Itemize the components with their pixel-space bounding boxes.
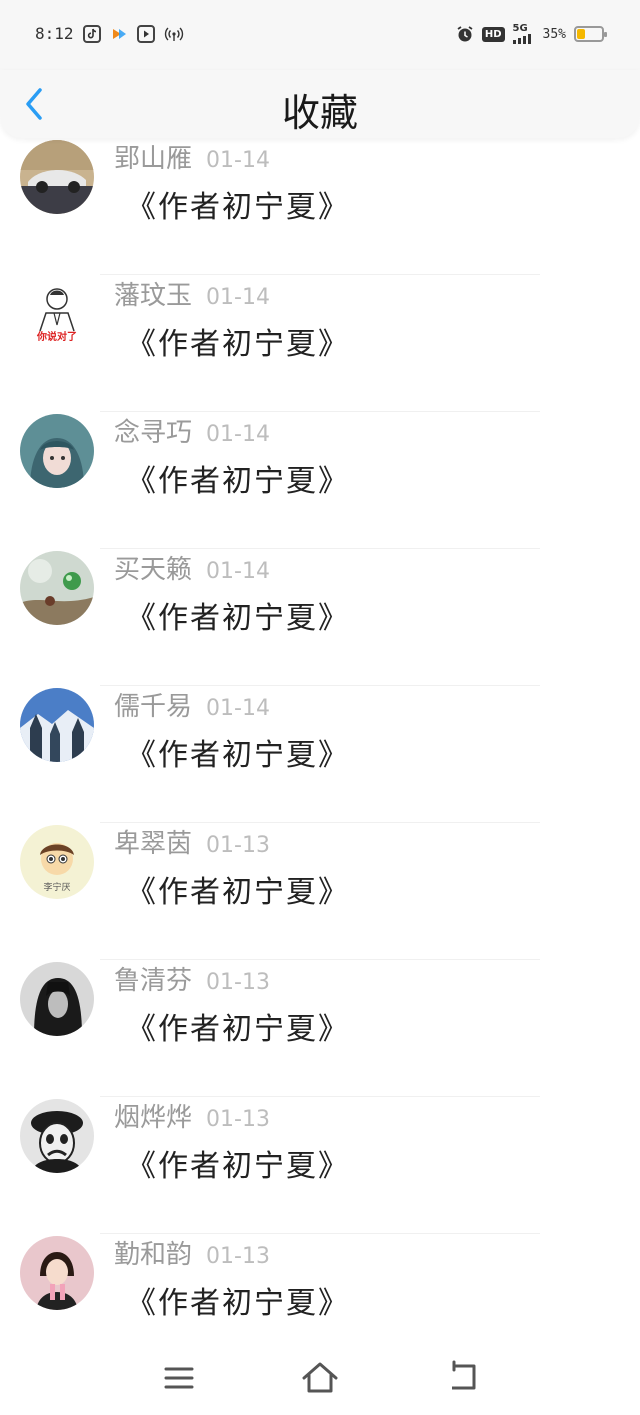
item-name: 鲁清芬 <box>114 966 193 996</box>
video-play-icon <box>136 24 155 43</box>
meme-avatar: 你说对了 <box>20 277 94 351</box>
list-item[interactable]: 李宁厌 卑翠茵 01-13 《作者初宁夏》 <box>0 823 640 960</box>
list-item[interactable]: 你说对了 藩玟玉 01-14 《作者初宁夏》 <box>0 275 640 412</box>
item-date: 01-14 <box>206 148 270 173</box>
item-name: 卑翠茵 <box>114 829 193 859</box>
item-name-line: 勤和韵 01-13 <box>114 1234 270 1271</box>
item-name-line: 藩玟玉 01-14 <box>114 275 270 312</box>
back-nav-icon <box>452 1360 476 1390</box>
list-item[interactable]: 烟烨烨 01-13 《作者初宁夏》 <box>0 1097 640 1234</box>
item-title: 《作者初宁夏》 <box>126 327 350 362</box>
item-name-line: 儒千易 01-14 <box>114 686 270 723</box>
system-nav-bar <box>0 1342 640 1415</box>
status-right: HD 5G 35% <box>456 23 607 44</box>
item-title: 《作者初宁夏》 <box>126 875 350 910</box>
marble-avatar <box>20 551 94 625</box>
cartoon-caption: 李宁厌 <box>43 883 71 893</box>
favorites-list: 郢山雁 01-14 《作者初宁夏》 你说对了 藩玟玉 01-14 《作者初宁夏》 念… <box>0 138 640 1371</box>
alarm-icon <box>456 25 474 43</box>
signal-icon <box>512 34 531 44</box>
item-name: 念寻巧 <box>114 418 193 448</box>
battery-percent: 35% <box>542 26 566 42</box>
item-name-line: 念寻巧 01-14 <box>114 412 270 449</box>
back-nav-button[interactable] <box>442 1360 482 1396</box>
network-label: 5G <box>512 23 528 34</box>
item-title: 《作者初宁夏》 <box>126 738 350 773</box>
item-name-line: 烟烨烨 01-13 <box>114 1097 270 1134</box>
cartoon-avatar: 李宁厌 <box>20 825 94 899</box>
item-title: 《作者初宁夏》 <box>126 1149 350 1184</box>
status-left: 8:12 <box>35 24 183 43</box>
anime-girl-avatar <box>20 414 94 488</box>
item-date: 01-13 <box>206 970 270 995</box>
meme-caption: 你说对了 <box>37 332 77 343</box>
status-time: 8:12 <box>35 24 74 43</box>
item-date: 01-14 <box>206 422 270 447</box>
item-name: 买天籁 <box>114 555 193 585</box>
sad-clown-avatar <box>20 1099 94 1173</box>
item-name: 郢山雁 <box>114 144 193 174</box>
header: 收藏 <box>0 70 640 138</box>
snow-forest-avatar <box>20 688 94 762</box>
battery-icon <box>574 26 607 42</box>
battery-fill <box>577 29 585 39</box>
item-name-line: 鲁清芬 01-13 <box>114 960 270 997</box>
hd-badge: HD <box>481 26 505 42</box>
item-date: 01-13 <box>206 1107 270 1132</box>
car-avatar <box>20 140 94 214</box>
item-name-line: 卑翠茵 01-13 <box>114 823 270 860</box>
item-date: 01-14 <box>206 696 270 721</box>
child-avatar <box>20 1236 94 1310</box>
item-title: 《作者初宁夏》 <box>126 190 350 225</box>
item-title: 《作者初宁夏》 <box>126 1286 350 1321</box>
list-item[interactable]: 念寻巧 01-14 《作者初宁夏》 <box>0 412 640 549</box>
item-date: 01-14 <box>206 285 270 310</box>
item-title: 《作者初宁夏》 <box>126 1012 350 1047</box>
dark-hair-avatar <box>20 962 94 1036</box>
item-title: 《作者初宁夏》 <box>126 601 350 636</box>
hotspot-icon <box>164 25 183 43</box>
home-button[interactable] <box>300 1360 340 1396</box>
item-name: 儒千易 <box>114 692 193 722</box>
item-name: 勤和韵 <box>114 1240 193 1270</box>
list-item[interactable]: 郢山雁 01-14 《作者初宁夏》 <box>0 138 640 275</box>
arrow-app-icon <box>110 25 128 43</box>
list-item[interactable]: 买天籁 01-14 《作者初宁夏》 <box>0 549 640 686</box>
item-title: 《作者初宁夏》 <box>126 464 350 499</box>
menu-icon <box>164 1367 194 1389</box>
menu-button[interactable] <box>158 1360 198 1396</box>
network-indicator: 5G <box>512 23 535 44</box>
home-icon <box>302 1362 338 1393</box>
status-bar: 8:12 HD 5G 35% <box>0 0 640 70</box>
item-date: 01-13 <box>206 833 270 858</box>
item-name: 藩玟玉 <box>114 281 193 311</box>
item-name: 烟烨烨 <box>114 1103 193 1133</box>
tiktok-icon <box>82 24 101 43</box>
item-date: 01-13 <box>206 1244 270 1269</box>
item-date: 01-14 <box>206 559 270 584</box>
item-name-line: 郢山雁 01-14 <box>114 138 270 175</box>
list-item[interactable]: 鲁清芬 01-13 《作者初宁夏》 <box>0 960 640 1097</box>
page-title: 收藏 <box>281 91 358 135</box>
list-item[interactable]: 儒千易 01-14 《作者初宁夏》 <box>0 686 640 823</box>
item-name-line: 买天籁 01-14 <box>114 549 270 586</box>
